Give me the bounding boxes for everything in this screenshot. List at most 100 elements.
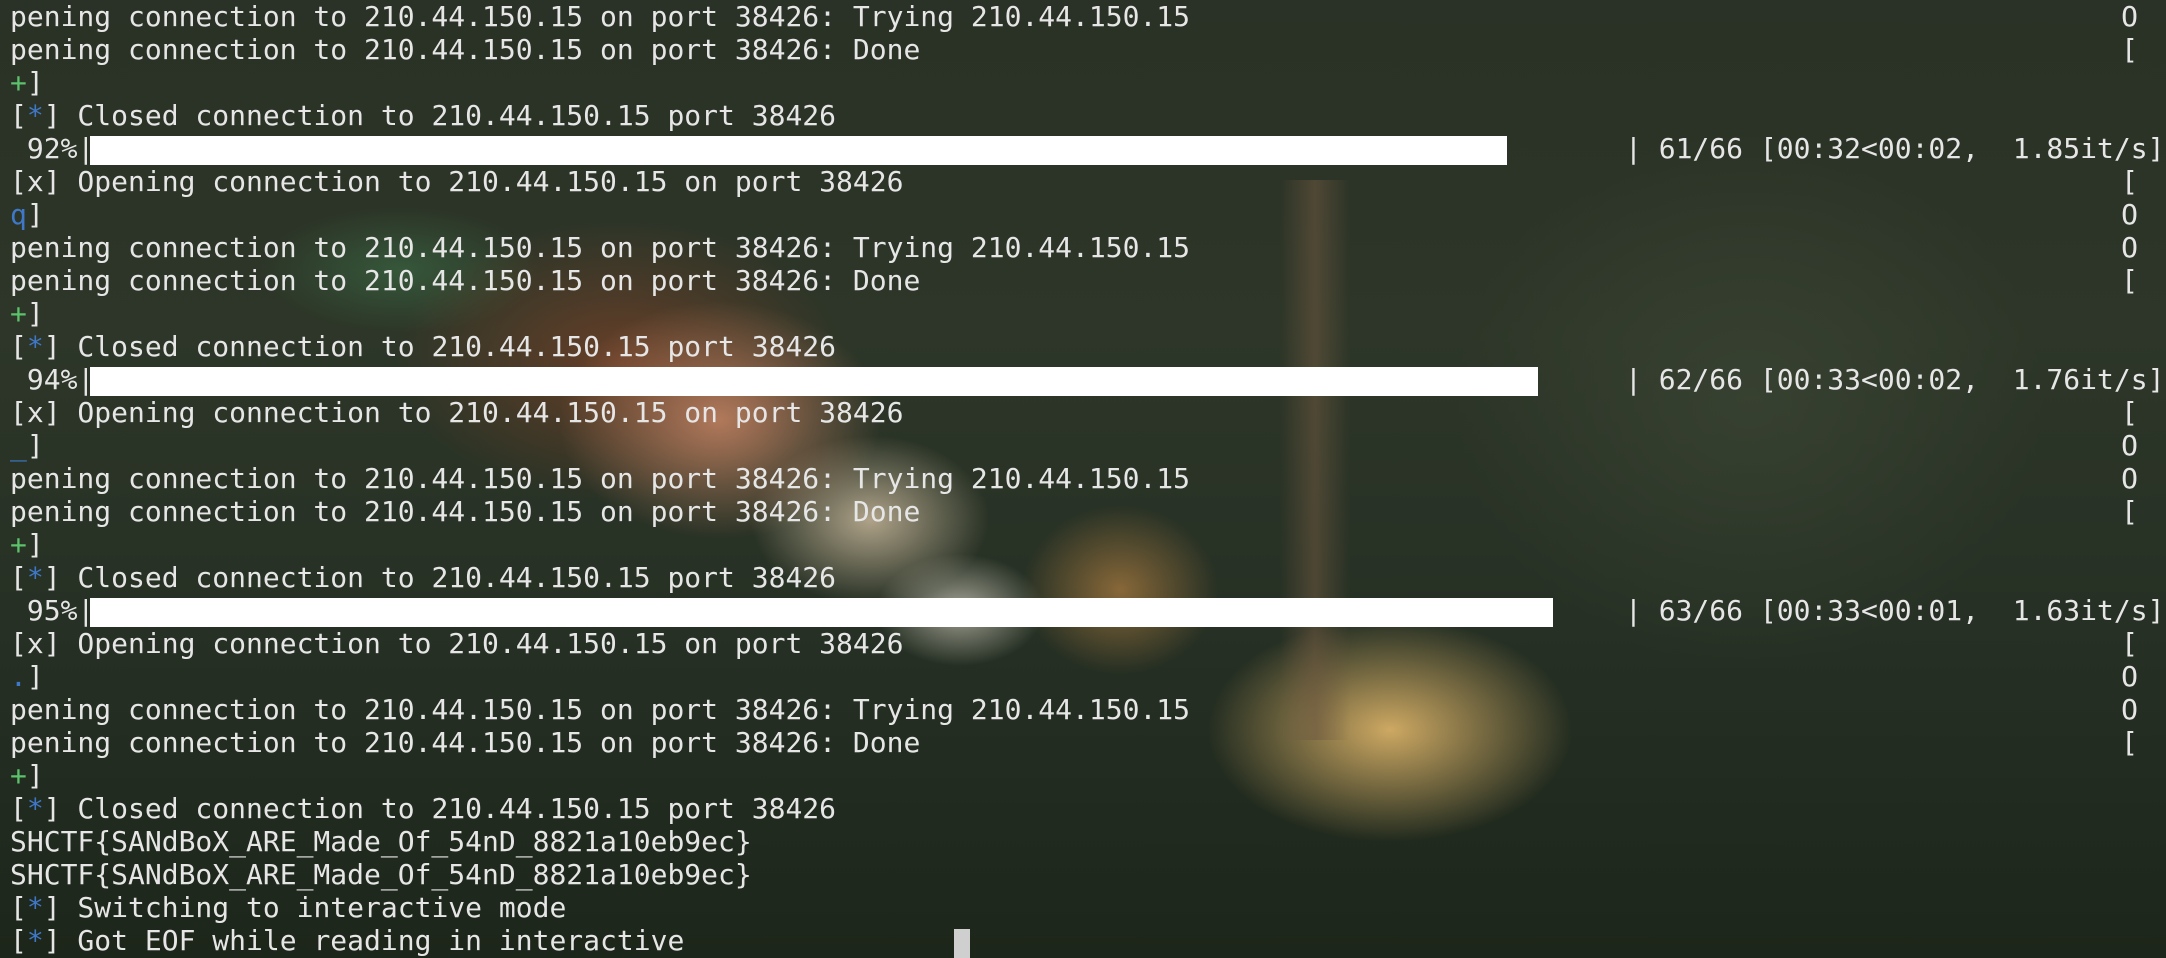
progress-bar-fill [90, 136, 1507, 165]
output-text: [x] Opening connection to 210.44.150.15 … [10, 165, 904, 198]
output-right-fragment: O [2121, 198, 2138, 231]
marker-bracket: [ [10, 99, 27, 132]
progress-meta: | 61/66 [00:32<00:02, 1.85it/s] [1625, 132, 2165, 165]
marker-bracket: ] [26, 759, 44, 792]
status-marker: +] [10, 66, 44, 99]
terminal-output: pening connection to 210.44.150.15 on po… [0, 0, 2166, 957]
marker-bracket: ] [26, 429, 44, 462]
marker-bracket: [ [10, 561, 27, 594]
output-line: pening connection to 210.44.150.15 on po… [0, 264, 2166, 297]
marker-bracket: [ [10, 330, 27, 363]
output-right-fragment: O [2121, 0, 2138, 33]
marker-symbol: q [10, 198, 27, 231]
marker-symbol: . [10, 660, 27, 693]
output-line: _] O [0, 429, 2166, 462]
output-right-fragment: O [2121, 429, 2138, 462]
marker-symbol: * [26, 561, 44, 594]
output-line: pening connection to 210.44.150.15 on po… [0, 495, 2166, 528]
output-line: +] [0, 297, 2166, 330]
output-line: [x] Opening connection to 210.44.150.15 … [0, 627, 2166, 660]
status-marker: .] [10, 660, 44, 693]
status-marker: +] [10, 528, 44, 561]
marker-symbol: + [10, 759, 27, 792]
text-cursor[interactable] [954, 929, 970, 958]
terminal-window[interactable]: pening connection to 210.44.150.15 on po… [0, 0, 2166, 958]
progress-percent: 95%| [10, 594, 95, 627]
marker-symbol: * [26, 924, 44, 957]
output-text: pening connection to 210.44.150.15 on po… [10, 231, 1191, 264]
output-line: SHCTF{SANdBoX_ARE_Made_Of_54nD_8821a10eb… [0, 825, 2166, 858]
output-line: +] [0, 66, 2166, 99]
output-line: [*] Closed connection to 210.44.150.15 p… [0, 792, 2166, 825]
output-right-fragment: [ [2121, 495, 2138, 528]
output-line: q] O [0, 198, 2166, 231]
output-line: +] [0, 528, 2166, 561]
log-line: [*] Closed connection to 210.44.150.15 p… [10, 561, 836, 594]
output-text: pening connection to 210.44.150.15 on po… [10, 0, 1191, 33]
log-message: ] Closed connection to 210.44.150.15 por… [43, 561, 837, 594]
flag-output: SHCTF{SANdBoX_ARE_Made_Of_54nD_8821a10eb… [10, 825, 752, 858]
output-line: .] O [0, 660, 2166, 693]
marker-bracket: ] [26, 198, 44, 231]
progress-row: 92%| | 61/66 [00:32<00:02, 1.85it/s] [0, 132, 2166, 165]
output-line: [*] Closed connection to 210.44.150.15 p… [0, 99, 2166, 132]
log-message: ] Closed connection to 210.44.150.15 por… [43, 330, 837, 363]
output-text: pening connection to 210.44.150.15 on po… [10, 726, 921, 759]
output-text: pening connection to 210.44.150.15 on po… [10, 495, 921, 528]
output-line: pening connection to 210.44.150.15 on po… [0, 33, 2166, 66]
marker-bracket: ] [26, 66, 44, 99]
progress-bar-fill [90, 598, 1553, 627]
output-text: [x] Opening connection to 210.44.150.15 … [10, 627, 904, 660]
log-line: [*] Closed connection to 210.44.150.15 p… [10, 99, 836, 132]
output-line: pening connection to 210.44.150.15 on po… [0, 693, 2166, 726]
marker-bracket: [ [10, 924, 27, 957]
output-line: pening connection to 210.44.150.15 on po… [0, 726, 2166, 759]
output-line: +] [0, 759, 2166, 792]
log-line: [*] Switching to interactive mode [10, 891, 566, 924]
status-marker: +] [10, 759, 44, 792]
output-text: pening connection to 210.44.150.15 on po… [10, 693, 1191, 726]
output-text: pening connection to 210.44.150.15 on po… [10, 33, 921, 66]
marker-symbol: _ [10, 429, 27, 462]
marker-bracket: ] [26, 660, 44, 693]
output-right-fragment: [ [2121, 627, 2138, 660]
output-right-fragment: [ [2121, 726, 2138, 759]
output-right-fragment: [ [2121, 165, 2138, 198]
progress-row: 94%| | 62/66 [00:33<00:02, 1.76it/s] [0, 363, 2166, 396]
status-marker: +] [10, 297, 44, 330]
log-line: [*] Got EOF while reading in interactive [10, 924, 684, 957]
progress-percent: 92%| [10, 132, 95, 165]
marker-symbol: + [10, 528, 27, 561]
marker-symbol: + [10, 66, 27, 99]
status-marker: q] [10, 198, 44, 231]
log-message: ] Switching to interactive mode [43, 891, 567, 924]
log-line: [*] Closed connection to 210.44.150.15 p… [10, 330, 836, 363]
marker-symbol: * [26, 891, 44, 924]
output-text: [x] Opening connection to 210.44.150.15 … [10, 396, 904, 429]
marker-bracket: ] [26, 297, 44, 330]
output-right-fragment: O [2121, 231, 2138, 264]
marker-bracket: [ [10, 891, 27, 924]
output-right-fragment: [ [2121, 33, 2138, 66]
log-message: ] Closed connection to 210.44.150.15 por… [43, 99, 837, 132]
output-right-fragment: [ [2121, 396, 2138, 429]
output-line: [*] Closed connection to 210.44.150.15 p… [0, 561, 2166, 594]
flag-output: SHCTF{SANdBoX_ARE_Made_Of_54nD_8821a10eb… [10, 858, 752, 891]
marker-symbol: * [26, 792, 44, 825]
marker-symbol: + [10, 297, 27, 330]
progress-row: 95%| | 63/66 [00:33<00:01, 1.63it/s] [0, 594, 2166, 627]
output-line: [x] Opening connection to 210.44.150.15 … [0, 396, 2166, 429]
progress-meta: | 62/66 [00:33<00:02, 1.76it/s] [1625, 363, 2165, 396]
output-line: SHCTF{SANdBoX_ARE_Made_Of_54nD_8821a10eb… [0, 858, 2166, 891]
output-line: [*] Closed connection to 210.44.150.15 p… [0, 330, 2166, 363]
output-text: pening connection to 210.44.150.15 on po… [10, 264, 921, 297]
output-right-fragment: O [2121, 660, 2138, 693]
marker-bracket: [ [10, 792, 27, 825]
output-right-fragment: [ [2121, 264, 2138, 297]
output-right-fragment: O [2121, 693, 2138, 726]
status-marker: _] [10, 429, 44, 462]
marker-symbol: * [26, 330, 44, 363]
log-message: ] Got EOF while reading in interactive [43, 924, 685, 957]
output-right-fragment: O [2121, 462, 2138, 495]
output-line: pening connection to 210.44.150.15 on po… [0, 462, 2166, 495]
